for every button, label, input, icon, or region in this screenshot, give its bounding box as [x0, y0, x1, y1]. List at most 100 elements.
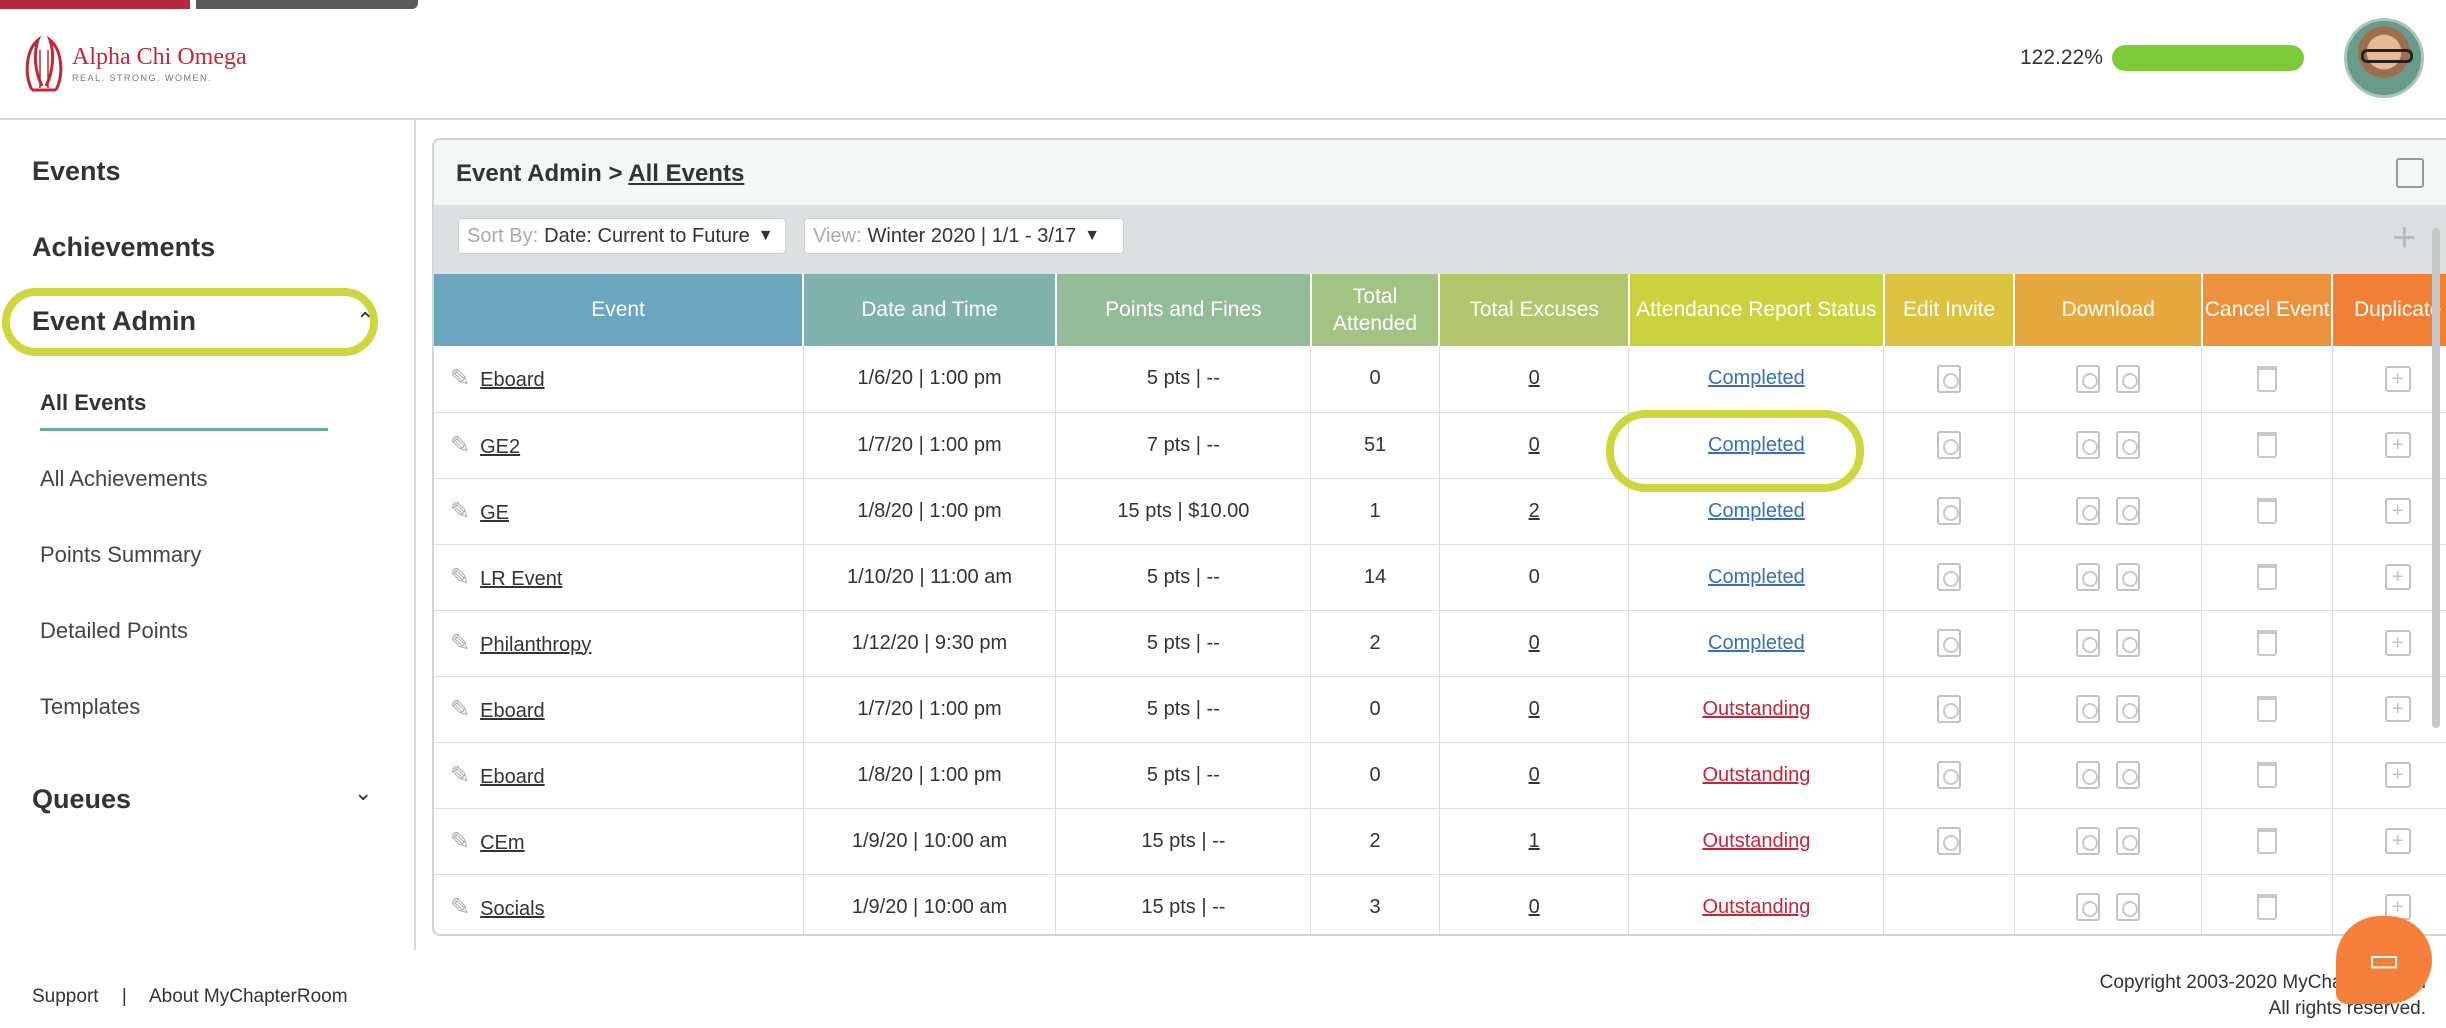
trash-icon[interactable] — [2257, 828, 2278, 854]
add-event-icon[interactable]: + — [2392, 216, 2417, 258]
trash-icon[interactable] — [2257, 630, 2278, 656]
duplicate-icon[interactable]: + — [2384, 762, 2411, 788]
pdf-download-icon[interactable] — [2076, 695, 2101, 723]
edit-pencil-icon[interactable]: ✎ — [450, 431, 470, 460]
excuses-link[interactable]: 0 — [1529, 367, 1540, 389]
support-link[interactable]: Support — [32, 986, 99, 1007]
duplicate-icon[interactable]: + — [2384, 828, 2411, 854]
export-excel-icon[interactable] — [2396, 158, 2424, 188]
event-link[interactable]: Eboard — [480, 369, 545, 391]
edit-pencil-icon[interactable]: ✎ — [450, 893, 470, 922]
event-link[interactable]: Socials — [480, 898, 544, 920]
pdf-download-icon[interactable] — [2076, 431, 2101, 459]
sidebar-sub-detailed-points[interactable]: Detailed Points — [40, 618, 188, 644]
excel-download-icon[interactable] — [2116, 629, 2141, 657]
sidebar-sub-points-summary[interactable]: Points Summary — [40, 542, 201, 568]
duplicate-icon[interactable]: + — [2384, 498, 2411, 524]
chat-button[interactable]: ▭ — [2336, 916, 2432, 1004]
event-link[interactable]: CEm — [480, 832, 524, 854]
excuses-link[interactable]: 1 — [1529, 830, 1540, 852]
excel-download-icon[interactable] — [2116, 827, 2141, 855]
duplicate-icon[interactable]: + — [2384, 630, 2411, 656]
duplicate-icon[interactable]: + — [2384, 432, 2411, 458]
edit-pencil-icon[interactable]: ✎ — [450, 364, 470, 393]
about-link[interactable]: About MyChapterRoom — [149, 986, 348, 1007]
edit-invite-icon[interactable] — [1937, 695, 1962, 723]
edit-pencil-icon[interactable]: ✎ — [450, 761, 470, 790]
trash-icon[interactable] — [2257, 762, 2278, 788]
excuses-link[interactable]: 2 — [1529, 500, 1540, 522]
event-link[interactable]: Philanthropy — [480, 634, 591, 656]
excel-download-icon[interactable] — [2116, 563, 2141, 591]
pdf-download-icon[interactable] — [2076, 827, 2101, 855]
sidebar-item-achievements[interactable]: Achievements — [32, 232, 215, 263]
duplicate-icon[interactable]: + — [2384, 696, 2411, 722]
excuses-link[interactable]: 0 — [1529, 698, 1540, 720]
excel-download-icon[interactable] — [2116, 695, 2141, 723]
excel-download-icon[interactable] — [2116, 893, 2141, 921]
event-link[interactable]: GE — [480, 502, 509, 524]
trash-icon[interactable] — [2257, 696, 2278, 722]
edit-pencil-icon[interactable]: ✎ — [450, 497, 470, 526]
edit-pencil-icon[interactable]: ✎ — [450, 563, 470, 592]
pdf-download-icon[interactable] — [2076, 893, 2101, 921]
edit-invite-icon[interactable] — [1937, 629, 1962, 657]
chevron-up-icon[interactable]: ⌃ — [356, 308, 374, 334]
edit-invite-icon[interactable] — [1937, 563, 1962, 591]
edit-pencil-icon[interactable]: ✎ — [450, 827, 470, 856]
status-link[interactable]: Outstanding — [1702, 830, 1810, 852]
event-link[interactable]: Eboard — [480, 700, 545, 722]
excuses-link[interactable]: 0 — [1529, 632, 1540, 654]
excuses-link[interactable]: 0 — [1529, 434, 1540, 456]
status-link[interactable]: Outstanding — [1702, 896, 1810, 918]
edit-invite-icon[interactable] — [1937, 497, 1962, 525]
excel-download-icon[interactable] — [2116, 761, 2141, 789]
pdf-download-icon[interactable] — [2076, 563, 2101, 591]
trash-icon[interactable] — [2257, 498, 2278, 524]
edit-invite-icon[interactable] — [1937, 761, 1962, 789]
status-link[interactable]: Completed — [1708, 367, 1805, 389]
edit-invite-icon[interactable] — [1937, 364, 1962, 393]
trash-icon[interactable] — [2257, 432, 2278, 458]
event-link[interactable]: Eboard — [480, 766, 545, 788]
view-dropdown[interactable]: View: Winter 2020 | 1/1 - 3/17 ▼ — [804, 218, 1124, 254]
edit-pencil-icon[interactable]: ✎ — [450, 695, 470, 724]
excuses-link[interactable]: 0 — [1529, 896, 1540, 918]
duplicate-icon[interactable]: + — [2384, 365, 2411, 392]
excuses-link[interactable]: 0 — [1529, 764, 1540, 786]
sidebar-item-events[interactable]: Events — [32, 156, 121, 187]
sidebar-sub-templates[interactable]: Templates — [40, 694, 140, 720]
edit-pencil-icon[interactable]: ✎ — [450, 629, 470, 658]
trash-icon[interactable] — [2257, 365, 2278, 392]
excel-download-icon[interactable] — [2116, 431, 2141, 459]
sidebar-sub-all-events[interactable]: All Events — [40, 390, 146, 416]
event-link[interactable]: LR Event — [480, 568, 562, 590]
pdf-download-icon[interactable] — [2076, 629, 2101, 657]
breadcrumb-current[interactable]: All Events — [628, 160, 744, 187]
status-link[interactable]: Outstanding — [1702, 764, 1810, 786]
excel-download-icon[interactable] — [2116, 497, 2141, 525]
trash-icon[interactable] — [2257, 564, 2278, 590]
chevron-down-icon[interactable]: ⌄ — [354, 780, 372, 806]
breadcrumb-root[interactable]: Event Admin — [456, 160, 602, 187]
trash-icon[interactable] — [2257, 894, 2278, 920]
event-link[interactable]: GE2 — [480, 436, 520, 458]
sort-dropdown[interactable]: Sort By: Date: Current to Future ▼ — [458, 218, 786, 254]
edit-invite-icon[interactable] — [1937, 431, 1962, 459]
status-link[interactable]: Outstanding — [1702, 698, 1810, 720]
status-link[interactable]: Completed — [1708, 632, 1805, 654]
edit-invite-icon[interactable] — [1937, 827, 1962, 855]
sidebar-item-queues[interactable]: Queues — [32, 784, 131, 815]
user-avatar[interactable] — [2344, 18, 2424, 98]
pdf-download-icon[interactable] — [2076, 761, 2101, 789]
pdf-download-icon[interactable] — [2076, 497, 2101, 525]
sidebar-sub-all-achievements[interactable]: All Achievements — [40, 466, 208, 492]
table-scrollbar[interactable] — [2432, 228, 2440, 728]
status-link[interactable]: Completed — [1708, 500, 1805, 522]
pdf-download-icon[interactable] — [2076, 364, 2101, 393]
duplicate-icon[interactable]: + — [2384, 564, 2411, 590]
sidebar-item-event-admin[interactable]: Event Admin — [32, 306, 196, 337]
brand-logo[interactable]: Alpha Chi Omega REAL. STRONG. WOMEN. — [22, 30, 247, 96]
excel-download-icon[interactable] — [2116, 364, 2141, 393]
status-link[interactable]: Completed — [1708, 566, 1805, 588]
